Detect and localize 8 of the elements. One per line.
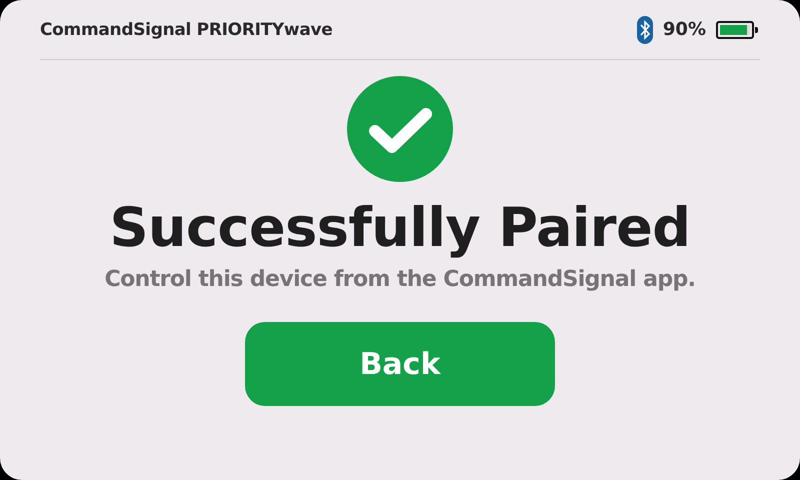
checkmark-icon [347, 76, 453, 182]
back-button[interactable]: Back [245, 322, 555, 406]
success-heading: Successfully Paired [110, 196, 690, 259]
battery-track [720, 24, 750, 34]
success-message: Control this device from the CommandSignal app. [104, 267, 696, 292]
battery-percentage: 90% [662, 19, 706, 40]
device-title: CommandSignal PRIORITYwave [40, 20, 333, 40]
bluetooth-icon [636, 16, 653, 44]
